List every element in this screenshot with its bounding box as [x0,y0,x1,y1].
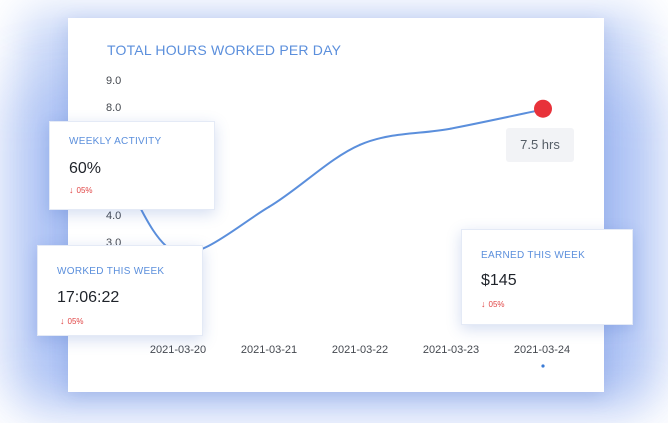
earned-this-week-delta: ↓ 05% [481,299,505,309]
x-tick-label: 2021-03-21 [241,344,297,356]
worked-this-week-value: 17:06:22 [57,289,120,306]
x-tick-label: 2021-03-20 [150,344,206,356]
x-tick-label: 2021-03-24 [514,344,570,356]
weekly-activity-label: WEEKLY ACTIVITY [69,136,162,147]
x-axis: 2021-03-20 2021-03-21 2021-03-22 2021-03-23… [150,344,570,356]
data-point [359,143,361,146]
data-point [450,127,452,130]
worked-this-week-delta-value: 05% [67,317,84,326]
highlight-point[interactable] [534,99,552,118]
worked-this-week-card: WORKED THIS WEEK 17:06:22 ↓ 05% [37,245,203,336]
y-tick-label: 4.0 [106,210,121,222]
y-tick-label: 9.0 [106,75,121,87]
arrow-down-icon: ↓ [481,299,486,309]
pagination-dot[interactable] [541,364,545,368]
earned-this-week-value: $145 [481,272,517,289]
worked-this-week-label: WORKED THIS WEEK [57,266,165,277]
weekly-activity-value: 60% [69,160,102,177]
earned-this-week-label: EARNED THIS WEEK [481,250,586,261]
weekly-activity-card: WEEKLY ACTIVITY 60% ↓ 05% [49,121,215,210]
weekly-activity-delta: ↓ 05% [69,185,93,195]
value-tooltip: 7.5 hrs [506,128,574,162]
worked-this-week-delta: ↓ 05% [60,316,84,326]
y-tick-label: 8.0 [106,102,121,114]
weekly-activity-delta-value: 05% [76,186,93,195]
data-point [268,205,270,208]
arrow-down-icon: ↓ [69,185,74,195]
x-tick-label: 2021-03-22 [332,344,388,356]
arrow-down-icon: ↓ [60,316,65,326]
x-tick-label: 2021-03-23 [423,344,479,356]
earned-this-week-delta-value: 05% [488,300,505,309]
earned-this-week-card: EARNED THIS WEEK $145 ↓ 05% [461,229,633,325]
